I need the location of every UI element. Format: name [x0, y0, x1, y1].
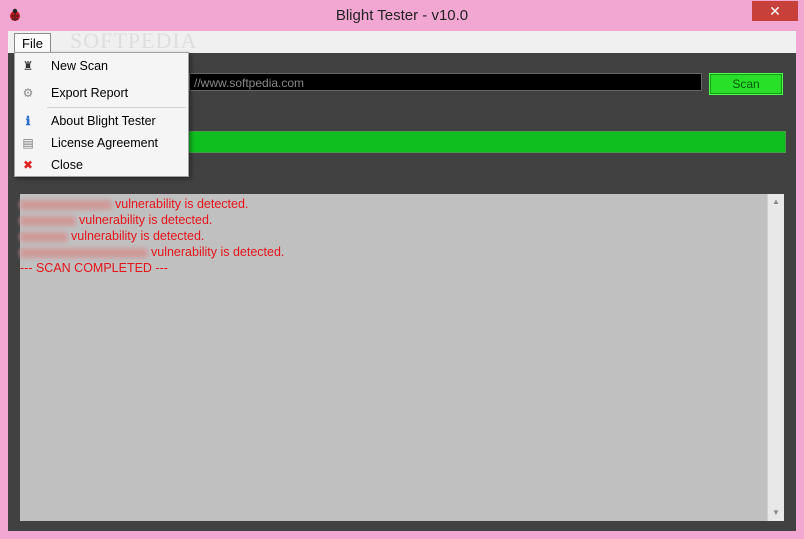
menu-item-license[interactable]: ▤ License Agreement: [17, 132, 186, 154]
redacted-text: [20, 247, 148, 258]
close-icon: ✖: [22, 158, 34, 172]
redacted-text: [20, 215, 76, 226]
file-menu-dropdown: ♜ New Scan ⚙ Export Report ℹ About Bligh…: [14, 52, 189, 177]
menu-item-label: Export Report: [51, 86, 129, 100]
log-line: vulnerability is detected.: [20, 228, 768, 244]
log-line: vulnerability is detected.: [20, 212, 768, 228]
menu-item-export-report[interactable]: ⚙ Export Report: [17, 82, 186, 104]
redacted-text: [20, 199, 112, 210]
app-window: Blight Tester - v10.0 ✕ File //www.softp…: [0, 0, 804, 539]
menu-item-close[interactable]: ✖ Close: [17, 154, 186, 176]
menu-item-label: License Agreement: [51, 136, 159, 150]
log-lines: vulnerability is detected. vulnerability…: [20, 196, 768, 276]
menu-item-label: About Blight Tester: [51, 114, 156, 128]
menu-item-label: New Scan: [51, 59, 108, 73]
scroll-down-arrow-icon[interactable]: ▼: [768, 505, 784, 521]
info-icon: ℹ: [25, 114, 31, 128]
menu-item-label: Close: [51, 158, 83, 172]
document-icon: ▤: [22, 136, 34, 150]
url-input[interactable]: //www.softpedia.com: [189, 73, 702, 91]
scan-log[interactable]: vulnerability is detected. vulnerability…: [20, 194, 784, 521]
title-bar[interactable]: Blight Tester - v10.0 ✕: [0, 0, 804, 31]
log-scrollbar[interactable]: ▲ ▼: [767, 194, 784, 521]
log-line: vulnerability is detected.: [20, 244, 768, 260]
menu-separator: [47, 107, 186, 108]
menu-item-about[interactable]: ℹ About Blight Tester: [17, 110, 186, 132]
menu-file[interactable]: File: [14, 33, 51, 54]
binoculars-icon: ♜: [22, 59, 34, 73]
log-line: vulnerability is detected.: [20, 196, 768, 212]
watermark: SOFTPEDIA: [70, 28, 198, 53]
scroll-up-arrow-icon[interactable]: ▲: [768, 194, 784, 210]
window-title: Blight Tester - v10.0: [335, 7, 469, 24]
export-icon: ⚙: [22, 86, 34, 100]
window-close-button[interactable]: ✕: [752, 1, 798, 21]
redacted-text: [20, 231, 68, 242]
menu-item-new-scan[interactable]: ♜ New Scan: [17, 55, 186, 77]
scan-button[interactable]: Scan: [709, 73, 783, 95]
log-line-completed: --- SCAN COMPLETED ---: [20, 261, 168, 275]
